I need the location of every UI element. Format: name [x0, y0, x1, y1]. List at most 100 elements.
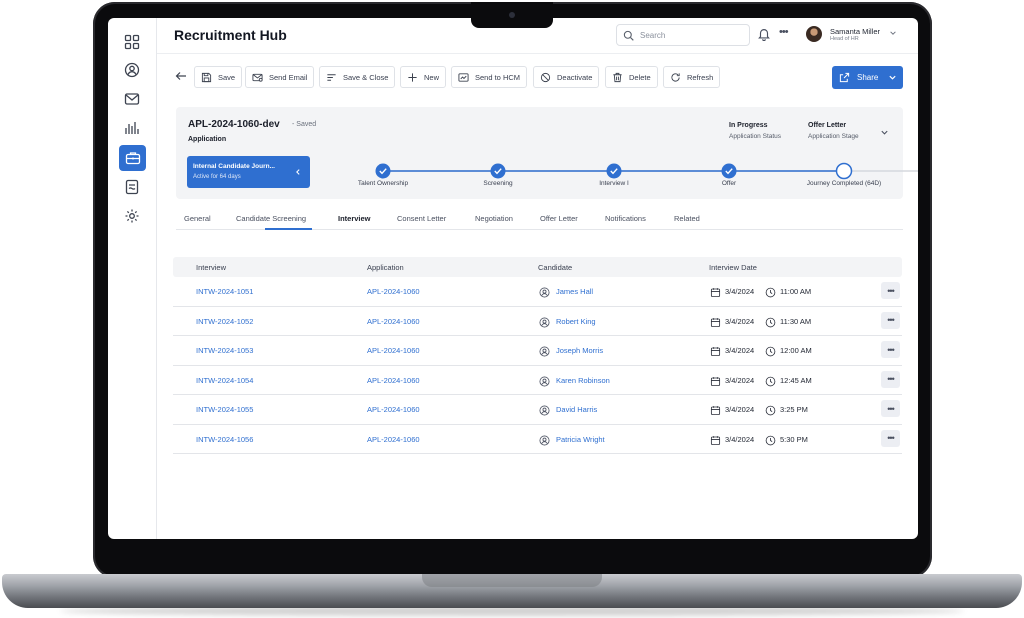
journey-step-5[interactable]: [835, 162, 853, 180]
bell-icon[interactable]: [757, 27, 771, 41]
application-link[interactable]: APL-2024-1060: [367, 405, 420, 414]
expand-chevron-icon[interactable]: [880, 128, 889, 137]
refresh-label: Refresh: [687, 72, 714, 82]
table-row[interactable]: INTW-2024-1052 APL-2024-1060 Robert King 3/…: [173, 307, 902, 336]
app-screen: Recruitment Hub Search ••• Samanta Mille…: [108, 18, 918, 539]
application-link[interactable]: APL-2024-1060: [367, 346, 420, 355]
tab-consent-letter[interactable]: Consent Letter: [397, 214, 446, 223]
candidate-link[interactable]: Patricia Wright: [556, 435, 605, 444]
interview-date: 3/4/2024: [725, 434, 755, 444]
send-email-button[interactable]: Send Email: [245, 66, 315, 88]
person-icon: [539, 374, 550, 386]
clock-icon: [765, 285, 776, 298]
row-actions-button[interactable]: •••: [881, 341, 900, 358]
back-arrow-icon[interactable]: [175, 70, 187, 82]
header-divider: [157, 53, 918, 54]
row-actions-button[interactable]: •••: [881, 429, 900, 447]
interview-id-link[interactable]: INTW-2024-1052: [196, 317, 253, 326]
interview-time: 5:30 PM: [780, 434, 808, 444]
interview-id-link[interactable]: INTW-2024-1051: [196, 287, 253, 296]
table-row[interactable]: INTW-2024-1053 APL-2024-1060 Joseph Morris…: [173, 336, 902, 366]
row-actions-button[interactable]: •••: [881, 282, 900, 299]
tab-interview[interactable]: Interview: [338, 214, 371, 223]
tab-offer-letter[interactable]: Offer Letter: [540, 214, 578, 223]
analytics-icon[interactable]: [120, 116, 144, 140]
tab-notifications[interactable]: Notifications: [605, 214, 646, 223]
interview-id-link[interactable]: INTW-2024-1053: [196, 346, 253, 355]
table-row[interactable]: INTW-2024-1051 APL-2024-1060 James Hall 3/4…: [173, 277, 902, 307]
interview-time: 11:00 AM: [780, 287, 812, 296]
application-stage-label: Application Stage: [808, 133, 859, 140]
col-application[interactable]: Application: [367, 263, 404, 272]
application-link[interactable]: APL-2024-1060: [367, 287, 420, 296]
document-icon[interactable]: [120, 175, 144, 199]
interview-time: 12:45 AM: [780, 375, 812, 385]
row-actions-button[interactable]: •••: [881, 400, 900, 417]
row-actions-button[interactable]: •••: [881, 311, 900, 329]
journey-step-label: Interview I: [599, 180, 629, 187]
share-icon: [839, 72, 850, 83]
interview-id-link[interactable]: INTW-2024-1055: [196, 405, 253, 414]
candidate-link[interactable]: James Hall: [556, 287, 593, 296]
send-email-label: Send Email: [269, 72, 308, 82]
profile-icon[interactable]: [120, 58, 144, 82]
tab-candidate-screening[interactable]: Candidate Screening: [236, 214, 306, 223]
tab-general[interactable]: General: [184, 214, 211, 223]
share-label: Share: [857, 73, 879, 82]
send-to-hcm-button[interactable]: Send to HCM: [451, 66, 528, 88]
more-options-icon[interactable]: •••: [779, 26, 789, 38]
share-button[interactable]: Share: [832, 66, 903, 89]
application-link[interactable]: APL-2024-1060: [367, 435, 420, 444]
mail-icon[interactable]: [120, 87, 144, 111]
refresh-button[interactable]: Refresh: [663, 66, 721, 88]
candidate-link[interactable]: Robert King: [556, 317, 596, 326]
save-close-button[interactable]: Save & Close: [319, 66, 396, 88]
application-summary-card: APL-2024-1060-dev - Saved Application In…: [176, 107, 918, 199]
tab-related[interactable]: Related: [674, 214, 700, 223]
chevron-down-icon[interactable]: [889, 29, 897, 37]
interview-id-link[interactable]: INTW-2024-1056: [196, 435, 253, 444]
table-row[interactable]: INTW-2024-1056 APL-2024-1060 Patricia Wrig…: [173, 425, 902, 454]
tab-negotiation[interactable]: Negotiation: [475, 214, 513, 223]
journey-step-label: Talent Ownership: [357, 180, 409, 187]
application-link[interactable]: APL-2024-1060: [367, 317, 420, 326]
record-tabs: General Candidate Screening Interview Conse…: [176, 210, 903, 230]
clock-icon: [765, 433, 776, 445]
avatar[interactable]: [806, 26, 822, 42]
table-row[interactable]: INTW-2024-1054 APL-2024-1060 Karen Robinso…: [173, 366, 902, 395]
application-stage-value: Offer Letter: [808, 122, 847, 129]
sidebar: [108, 18, 157, 539]
delete-button[interactable]: Delete: [605, 66, 658, 88]
col-interview[interactable]: Interview: [196, 263, 226, 272]
plus-icon: [408, 72, 417, 82]
search-input[interactable]: Search: [616, 24, 750, 46]
candidate-link[interactable]: David Harris: [556, 405, 597, 414]
laptop-base-groove: [422, 574, 602, 587]
calendar-icon: [710, 433, 721, 445]
candidate-link[interactable]: Karen Robinson: [556, 376, 610, 385]
row-actions-button[interactable]: •••: [881, 370, 900, 388]
settings-gear-icon[interactable]: [120, 204, 144, 228]
user-name: Samanta Miller: [830, 27, 881, 36]
dashboard-icon[interactable]: [120, 30, 144, 54]
application-link[interactable]: APL-2024-1060: [367, 376, 420, 385]
interview-time: 12:00 AM: [780, 346, 812, 355]
table-row[interactable]: INTW-2024-1055 APL-2024-1060 David Harris 3…: [173, 395, 902, 425]
journey-step-3[interactable]: [606, 163, 622, 179]
col-interview-date[interactable]: Interview Date: [709, 263, 757, 272]
interview-date: 3/4/2024: [725, 405, 755, 414]
save-button[interactable]: Save: [194, 66, 243, 88]
journey-selector[interactable]: Internal Candidate Journ... Active for 6…: [187, 156, 310, 188]
col-candidate[interactable]: Candidate: [538, 263, 572, 272]
briefcase-icon[interactable]: [119, 145, 146, 171]
record-type: Application: [188, 136, 227, 143]
candidate-link[interactable]: Joseph Morris: [556, 346, 603, 355]
clock-icon: [765, 344, 776, 357]
journey-step-2[interactable]: [490, 163, 506, 179]
interview-id-link[interactable]: INTW-2024-1054: [196, 376, 253, 385]
delete-label: Delete: [629, 72, 651, 82]
journey-step-4[interactable]: [721, 163, 737, 179]
journey-step-1[interactable]: [375, 163, 391, 179]
new-button[interactable]: New: [400, 66, 447, 88]
deactivate-button[interactable]: Deactivate: [533, 66, 600, 88]
